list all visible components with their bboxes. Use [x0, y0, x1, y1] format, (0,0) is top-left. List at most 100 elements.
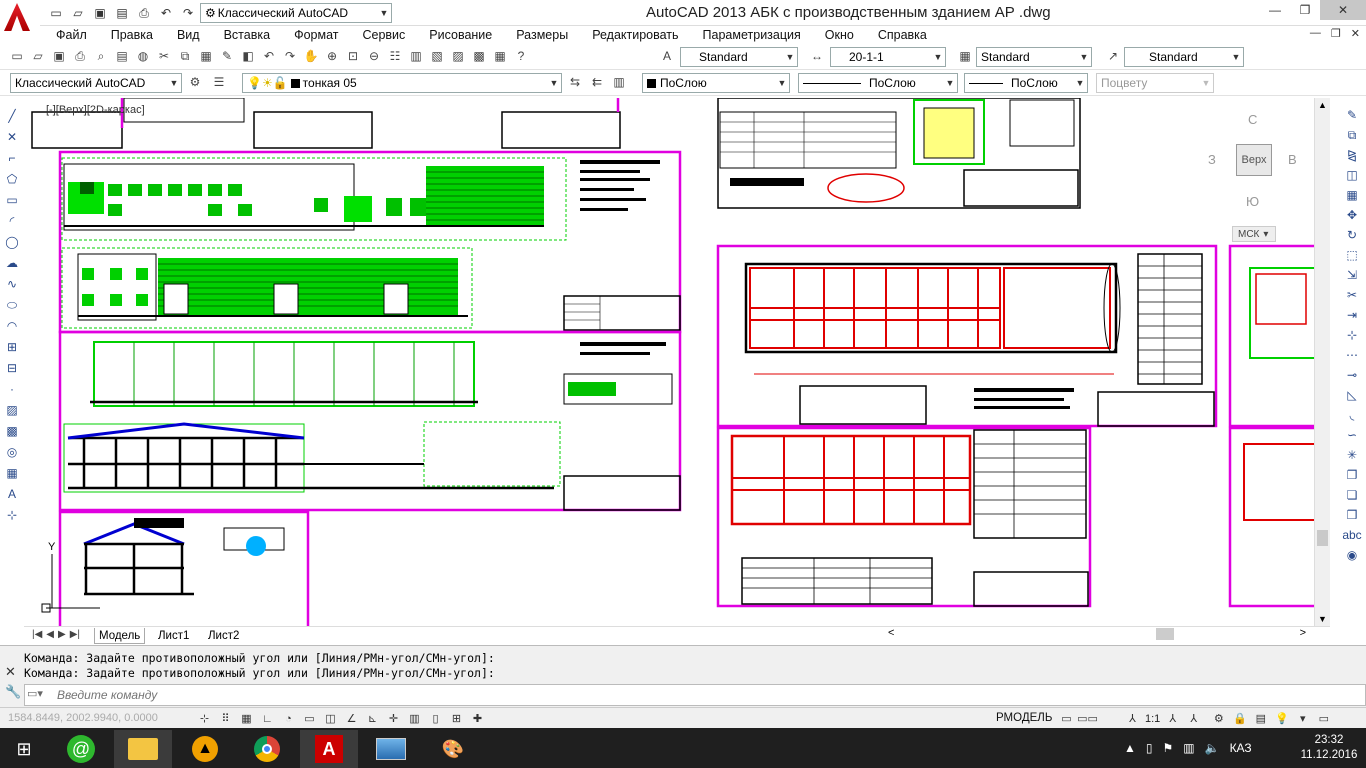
viewcube-west[interactable]: З: [1208, 152, 1216, 167]
redo-icon[interactable]: ↷: [178, 3, 198, 23]
taskbar-mail-agent[interactable]: @: [52, 730, 110, 768]
lineweight-select[interactable]: ПоСлою ▼: [964, 73, 1088, 93]
viewcube-east[interactable]: В: [1288, 152, 1297, 167]
grid-display-icon[interactable]: ▦: [238, 710, 255, 727]
stretch-icon[interactable]: ⇲: [1343, 266, 1361, 284]
xline-icon[interactable]: ✕: [3, 128, 21, 146]
quick-properties-icon[interactable]: ⊞: [448, 710, 465, 727]
command-input[interactable]: [57, 687, 1257, 703]
make-current-layer-icon[interactable]: ⇆: [566, 73, 584, 91]
annotation-scale-icon[interactable]: ⅄: [1124, 710, 1141, 727]
command-prompt-icon[interactable]: ▭▾: [27, 687, 43, 700]
next-tab-icon[interactable]: ▶: [58, 629, 66, 640]
group-icon[interactable]: ❏: [1343, 486, 1361, 504]
viewcube-north[interactable]: С: [1248, 112, 1257, 127]
vertical-scrollbar[interactable]: ▲ ▼: [1314, 98, 1330, 626]
point-icon[interactable]: ·: [3, 380, 21, 398]
cursor-coordinates[interactable]: 1584.8449, 2002.9940, 0.0000: [8, 712, 158, 724]
isolate-objects-icon[interactable]: 💡: [1273, 710, 1290, 727]
zoom-previous-icon[interactable]: ⊖: [365, 47, 383, 65]
undo-icon[interactable]: ↶: [260, 47, 278, 65]
sheet-set-icon[interactable]: ▨: [449, 47, 467, 65]
last-tab-icon[interactable]: ▶|: [70, 629, 80, 640]
snap-mode-icon[interactable]: ⠿: [217, 710, 234, 727]
move-icon[interactable]: ✥: [1343, 206, 1361, 224]
menu-edit[interactable]: Правка: [95, 28, 161, 42]
layer-states-icon[interactable]: ▥: [610, 73, 628, 91]
mtext-icon[interactable]: A: [3, 485, 21, 503]
insert-block-icon[interactable]: ⊞: [3, 338, 21, 356]
tab-model[interactable]: Модель: [94, 628, 146, 644]
workspace-settings-icon[interactable]: ⚙: [186, 73, 204, 91]
device-icon[interactable]: ▯: [1146, 741, 1153, 755]
open-icon[interactable]: ▱: [68, 3, 88, 23]
infer-constraints-icon[interactable]: ⊹: [196, 710, 213, 727]
table-icon[interactable]: ▦: [3, 464, 21, 482]
fillet-icon[interactable]: ◟: [1343, 406, 1361, 424]
hardware-acceleration-icon[interactable]: ▤: [1252, 710, 1269, 727]
application-menu-button[interactable]: [0, 0, 40, 36]
arc-icon[interactable]: ◜: [3, 212, 21, 230]
undo-icon[interactable]: ↶: [156, 3, 176, 23]
workspace-toolbar-select[interactable]: Классический AutoCAD ▼: [10, 73, 182, 93]
lineweight-icon[interactable]: ▥: [406, 710, 423, 727]
rectangle-icon[interactable]: ▭: [3, 191, 21, 209]
chamfer-icon[interactable]: ◺: [1343, 386, 1361, 404]
add-selected-icon[interactable]: ⊹: [3, 506, 21, 524]
cut-icon[interactable]: ✂: [155, 47, 173, 65]
close-icon[interactable]: ✕: [5, 664, 16, 680]
match-properties-icon[interactable]: ✎: [218, 47, 236, 65]
horizontal-scroll-thumb[interactable]: [1156, 628, 1174, 640]
show-hidden-icons-icon[interactable]: ▲: [1124, 741, 1136, 755]
doc-restore-button[interactable]: ❐: [1331, 27, 1341, 40]
input-language[interactable]: КАЗ: [1230, 741, 1252, 755]
wrench-icon[interactable]: 🔧: [5, 684, 21, 700]
polygon-icon[interactable]: ⬠: [3, 170, 21, 188]
break-icon[interactable]: ⋯: [1343, 346, 1361, 364]
plot-style-select[interactable]: Поцвету ▼: [1096, 73, 1214, 93]
prev-tab-icon[interactable]: ◀: [46, 629, 54, 640]
save-as-icon[interactable]: ▤: [112, 3, 132, 23]
save-icon[interactable]: ▣: [90, 3, 110, 23]
polyline-icon[interactable]: ⌐: [3, 149, 21, 167]
markup-icon[interactable]: ▩: [470, 47, 488, 65]
region-icon[interactable]: ◎: [3, 443, 21, 461]
blend-icon[interactable]: ∽: [1343, 426, 1361, 444]
redo-icon[interactable]: ↷: [281, 47, 299, 65]
auto-scale-icon[interactable]: ⅄: [1185, 710, 1202, 727]
copy-icon[interactable]: ⧉: [176, 47, 194, 65]
extend-icon[interactable]: ⇥: [1343, 306, 1361, 324]
text-edit-icon[interactable]: abc: [1342, 526, 1361, 544]
quick-view-drawings-icon[interactable]: ▭▭: [1077, 710, 1098, 727]
trim-icon[interactable]: ✂: [1343, 286, 1361, 304]
pan-icon[interactable]: ✋: [302, 47, 320, 65]
preview-icon[interactable]: ⌕: [92, 47, 110, 65]
annotation-visibility-icon[interactable]: ⅄: [1164, 710, 1181, 727]
viewport-controls-label[interactable]: [-][Верх][2D-каркас]: [46, 104, 145, 116]
dim-style-select[interactable]: 20-1-1 ▼: [830, 47, 946, 67]
tool-palettes-icon[interactable]: ▧: [428, 47, 446, 65]
join-icon[interactable]: ⊸: [1343, 366, 1361, 384]
menu-modify[interactable]: Редактировать: [576, 28, 686, 42]
array-icon[interactable]: ▦: [1343, 186, 1361, 204]
linetype-select[interactable]: ПоСлою ▼: [798, 73, 958, 93]
menu-dimension[interactable]: Размеры: [500, 28, 576, 42]
color-select[interactable]: ПоСлою ▼: [642, 73, 790, 93]
system-clock[interactable]: 23:32 11.12.2016: [1296, 733, 1362, 763]
scroll-left-icon[interactable]: <: [888, 627, 894, 639]
ucs-menu-button[interactable]: МСК ▾: [1232, 226, 1276, 242]
ortho-mode-icon[interactable]: ∟: [259, 710, 276, 727]
copy-clip-icon[interactable]: ❐: [1343, 466, 1361, 484]
model-space-canvas[interactable]: Y: [24, 98, 1314, 626]
object-snap-tracking-icon[interactable]: ∠: [343, 710, 360, 727]
save-icon[interactable]: ▣: [50, 47, 68, 65]
multileader-style-select[interactable]: Standard ▼: [1124, 47, 1244, 67]
quick-calc-icon[interactable]: ◉: [1343, 546, 1361, 564]
menu-view[interactable]: Вид: [161, 28, 208, 42]
start-button[interactable]: ⊞: [0, 730, 48, 768]
mirror-icon[interactable]: ⧎: [1343, 146, 1361, 164]
viewcube-top-face[interactable]: Верх: [1236, 144, 1272, 176]
volume-icon[interactable]: 🔈: [1205, 741, 1220, 755]
menu-draw[interactable]: Рисование: [413, 28, 500, 42]
properties-icon[interactable]: ☷: [386, 47, 404, 65]
